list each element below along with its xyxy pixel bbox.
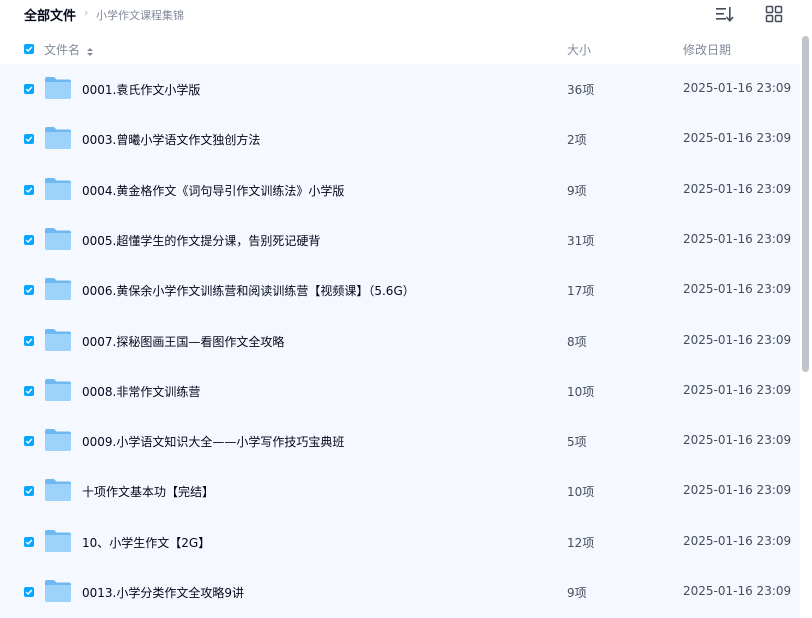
file-size: 10项 [567, 485, 595, 500]
file-modified-date: 2025-01-16 23:09 [683, 81, 792, 95]
file-row[interactable]: 0001.袁氏作文小学版 36项 2025-01-16 23:09 [0, 64, 800, 114]
file-row[interactable]: 十项作文基本功【完结】 10项 2025-01-16 23:09 [0, 466, 800, 516]
file-modified-date: 2025-01-16 23:09 [683, 382, 792, 397]
file-row[interactable]: 0013.小学分类作文全攻略9讲 9项 2025-01-16 23:09 [0, 567, 800, 617]
row-checkbox[interactable] [24, 335, 34, 346]
list-header: 文件名 大小 修改日期 [0, 34, 800, 64]
row-checkbox[interactable] [24, 385, 34, 396]
file-modified-date: 2025-01-16 23:09 [683, 131, 792, 146]
folder-icon [44, 579, 72, 603]
file-name[interactable]: 0001.袁氏作文小学版 [82, 81, 200, 98]
file-row[interactable]: 10、小学生作文【2G】 12项 2025-01-16 23:09 [0, 517, 800, 567]
row-checkbox[interactable] [24, 134, 34, 145]
file-size: 17项 [567, 284, 595, 299]
folder-icon [44, 378, 72, 402]
row-checkbox[interactable] [24, 486, 34, 497]
file-modified-date: 2025-01-16 23:09 [683, 483, 792, 498]
row-checkbox[interactable] [24, 587, 34, 597]
file-name[interactable]: 0013.小学分类作文全攻略9讲 [82, 584, 244, 601]
file-modified-date: 2025-01-16 23:09 [683, 584, 792, 598]
file-row[interactable]: 0009.小学语文知识大全——小学写作技巧宝典班 5项 2025-01-16 23:… [0, 416, 800, 466]
file-modified-date: 2025-01-16 23:09 [683, 282, 792, 297]
file-name[interactable]: 0005.超懂学生的作文提分课，告别死记硬背 [82, 232, 320, 249]
folder-icon [44, 428, 72, 452]
row-checkbox[interactable] [24, 184, 34, 195]
breadcrumb-separator: › [84, 6, 89, 19]
file-modified-date: 2025-01-16 23:09 [683, 181, 792, 196]
file-name[interactable]: 0008.非常作文训练营 [82, 383, 200, 400]
file-size: 8项 [567, 334, 587, 349]
folder-icon [44, 126, 72, 150]
file-modified-date: 2025-01-16 23:09 [683, 231, 792, 246]
file-name[interactable]: 十项作文基本功【完结】 [82, 483, 214, 500]
column-header-modified[interactable]: 修改日期 [683, 41, 731, 58]
row-checkbox[interactable] [24, 285, 34, 296]
file-list: 0001.袁氏作文小学版 36项 2025-01-16 23:09 0003.曾曦小学… [0, 64, 800, 618]
file-row[interactable]: 0008.非常作文训练营 10项 2025-01-16 23:09 [0, 366, 800, 416]
file-row[interactable]: 0007.探秘图画王国—看图作文全攻略 8项 2025-01-16 23:09 [0, 316, 800, 366]
folder-icon [44, 478, 72, 502]
breadcrumb-root[interactable]: 全部文件 [24, 5, 76, 24]
file-row[interactable]: 0006.黄保余小学作文训练营和阅读训练营【视频课】（5.6G） 17项 2025-… [0, 265, 800, 315]
row-checkbox[interactable] [24, 536, 34, 547]
breadcrumb-current: 小学作文课程集锦 [96, 9, 184, 22]
row-checkbox[interactable] [24, 234, 34, 245]
file-name[interactable]: 0007.探秘图画王国—看图作文全攻略 [82, 333, 284, 350]
file-name[interactable]: 0004.黄金格作文《词句导引作文训练法》小学版 [82, 182, 344, 199]
file-row[interactable]: 0005.超懂学生的作文提分课，告别死记硬背 31项 2025-01-16 23:0… [0, 215, 800, 265]
sort-list-icon[interactable] [714, 4, 734, 24]
file-size: 9项 [567, 183, 587, 198]
select-all-checkbox[interactable] [24, 44, 34, 54]
file-name[interactable]: 0009.小学语文知识大全——小学写作技巧宝典班 [82, 433, 344, 450]
folder-icon [44, 76, 72, 100]
file-size: 9项 [567, 586, 587, 600]
grid-view-icon[interactable] [764, 4, 784, 24]
scrollbar-thumb[interactable] [802, 36, 809, 372]
file-size: 36项 [567, 83, 595, 97]
folder-icon [44, 177, 72, 201]
file-modified-date: 2025-01-16 23:09 [683, 533, 792, 548]
row-checkbox[interactable] [24, 436, 34, 447]
file-row[interactable]: 0003.曾曦小学语文作文独创方法 2项 2025-01-16 23:09 [0, 114, 800, 164]
file-name[interactable]: 10、小学生作文【2G】 [82, 534, 210, 551]
file-size: 5项 [567, 435, 587, 450]
folder-icon [44, 277, 72, 301]
folder-icon [44, 328, 72, 352]
file-modified-date: 2025-01-16 23:09 [683, 332, 792, 347]
scrollbar[interactable] [800, 30, 812, 618]
file-name[interactable]: 0006.黄保余小学作文训练营和阅读训练营【视频课】（5.6G） [82, 282, 415, 299]
file-size: 2项 [567, 133, 587, 148]
folder-icon [44, 227, 72, 251]
row-checkbox[interactable] [24, 84, 34, 94]
file-size: 31项 [567, 233, 595, 248]
top-bar: 全部文件 › 小学作文课程集锦 [0, 0, 812, 30]
sort-toggle-icon[interactable] [86, 43, 94, 56]
file-modified-date: 2025-01-16 23:09 [683, 433, 792, 448]
column-header-size[interactable]: 大小 [567, 41, 591, 58]
folder-icon [44, 529, 72, 553]
file-row[interactable]: 0004.黄金格作文《词句导引作文训练法》小学版 9项 2025-01-16 23:… [0, 165, 800, 215]
column-header-name[interactable]: 文件名 [44, 41, 80, 58]
file-size: 12项 [567, 535, 595, 550]
file-name[interactable]: 0003.曾曦小学语文作文独创方法 [82, 131, 260, 148]
file-size: 10项 [567, 384, 595, 399]
